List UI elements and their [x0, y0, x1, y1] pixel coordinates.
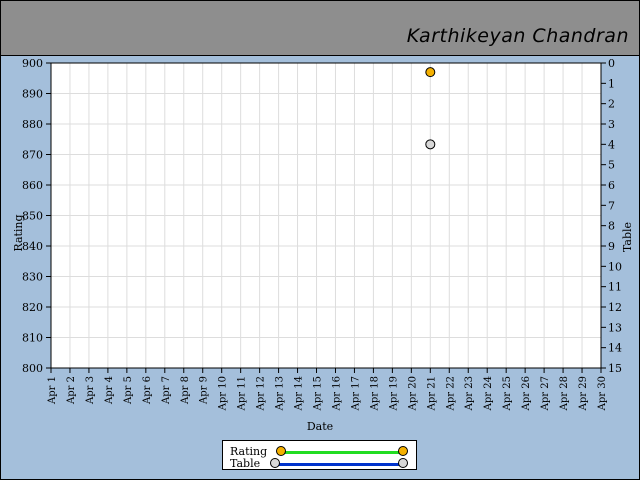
x-tick-label: Apr 18 — [369, 376, 380, 411]
data-point-table — [425, 139, 436, 150]
x-tick-label: Apr 6 — [142, 376, 153, 405]
y2-tick-label: 15 — [608, 362, 622, 375]
rating-chart-page: Karthikeyan Chandran 800 810 820 830 840 850 8… — [0, 0, 640, 480]
y2-tick-label: 3 — [608, 118, 615, 131]
y-tick-label: 830 — [22, 271, 43, 284]
y-tick-label: 900 — [22, 57, 43, 70]
y2-tick-label: 0 — [608, 57, 615, 70]
legend-marker-rating-right — [398, 446, 408, 456]
legend-label-table: Table — [230, 457, 261, 470]
legend-marker-table-right — [398, 458, 408, 468]
legend-marker-rating-left — [276, 446, 286, 456]
y-tick-label: 860 — [22, 179, 43, 192]
x-tick-label: Apr 14 — [294, 376, 305, 411]
x-tick-label: Apr 29 — [578, 376, 589, 411]
x-tick-label: Apr 2 — [66, 376, 77, 405]
legend-line-table — [275, 463, 403, 466]
y2-axis-title: Table — [621, 222, 634, 252]
y2-tick-label: 8 — [608, 220, 615, 233]
y-tick-label: 850 — [22, 210, 43, 223]
x-tick-label: Apr 12 — [256, 376, 267, 411]
legend-marker-table-left — [270, 458, 280, 468]
x-tick-label: Apr 28 — [559, 376, 570, 411]
x-tick-label: Apr 5 — [123, 376, 134, 405]
x-tick-label: Apr 24 — [483, 376, 494, 411]
x-tick-label: Apr 21 — [426, 376, 437, 411]
y-tick-label: 800 — [22, 362, 43, 375]
y2-tick-label: 6 — [608, 179, 615, 192]
y-tick-label: 810 — [22, 332, 43, 345]
x-tick-label: Apr 11 — [237, 376, 248, 411]
x-tick-label: Apr 25 — [502, 376, 513, 411]
y-tick-label: 870 — [22, 149, 43, 162]
data-point-rating — [425, 67, 436, 78]
y-tick-label: 890 — [22, 88, 43, 101]
y2-tick-label: 1 — [608, 77, 615, 90]
x-tick-label: Apr 3 — [85, 376, 96, 405]
y2-tick-label: 13 — [608, 321, 622, 334]
x-tick-label: Apr 26 — [521, 376, 532, 411]
x-tick-label: Apr 9 — [199, 376, 210, 405]
x-tick-label: Apr 16 — [331, 376, 342, 411]
x-tick-label: Apr 20 — [407, 376, 418, 411]
x-tick-label: Apr 13 — [275, 376, 286, 411]
x-tick-label: Apr 7 — [161, 376, 172, 405]
y2-tick-label: 10 — [608, 260, 622, 273]
x-tick-label: Apr 30 — [597, 376, 608, 411]
x-tick-label: Apr 23 — [464, 376, 475, 411]
x-tick-label: Apr 15 — [313, 376, 324, 411]
legend-entry-table: Table — [223, 457, 418, 471]
y2-tick-label: 5 — [608, 159, 615, 172]
chart-legend: Rating Table — [222, 440, 417, 470]
y2-tick-label: 9 — [608, 240, 615, 253]
rating-chart: 800810820830840850860870880890900 0123456… — [12, 57, 634, 433]
x-axis-title: Date — [307, 420, 333, 433]
x-tick-label: Apr 8 — [180, 376, 191, 405]
legend-line-rating — [281, 451, 403, 454]
y2-tick-label: 2 — [608, 98, 615, 111]
y2-tick-label: 12 — [608, 301, 622, 314]
y2-tick-label: 14 — [608, 342, 622, 355]
x-tick-label: Apr 1 — [47, 376, 58, 405]
y2-tick-label: 4 — [608, 138, 615, 151]
y-axis-title: Rating — [12, 214, 25, 251]
x-tick-label: Apr 17 — [350, 376, 361, 411]
y2-tick-label: 11 — [608, 281, 622, 294]
x-tick-label: Apr 10 — [218, 376, 229, 411]
x-tick-label: Apr 19 — [388, 376, 399, 411]
x-tick-label: Apr 22 — [445, 376, 456, 411]
x-tick-label: Apr 27 — [540, 376, 551, 411]
x-tick-label: Apr 4 — [104, 376, 115, 405]
y2-tick-label: 7 — [608, 199, 615, 212]
y-tick-label: 820 — [22, 301, 43, 314]
y-tick-label: 840 — [22, 240, 43, 253]
y-tick-label: 880 — [22, 118, 43, 131]
